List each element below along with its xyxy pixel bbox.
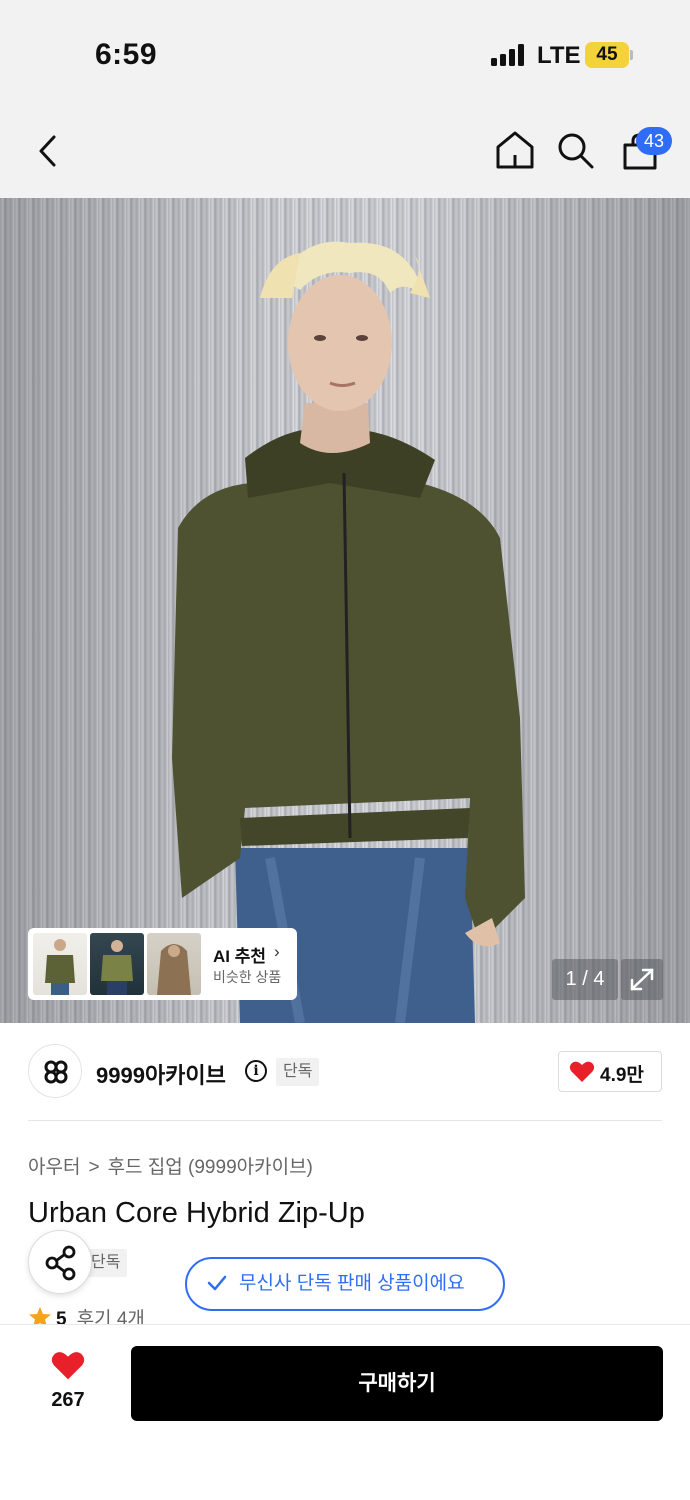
- product-image[interactable]: [0, 198, 690, 1023]
- chevron-right-icon[interactable]: ›: [274, 942, 280, 962]
- info-icon[interactable]: i: [245, 1060, 267, 1082]
- recommend-thumb-2[interactable]: [90, 933, 144, 995]
- brand-logo[interactable]: [28, 1044, 82, 1098]
- brand-like-count: 4.9만: [600, 1065, 644, 1086]
- buy-button[interactable]: 구매하기: [131, 1346, 663, 1421]
- share-button[interactable]: [28, 1230, 92, 1294]
- wishlist-heart-icon[interactable]: [50, 1350, 86, 1387]
- status-time: 6:59: [95, 38, 158, 71]
- signal-icon: [491, 44, 525, 66]
- exclusive-notice-pill[interactable]: 무신사 단독 판매 상품이에요: [185, 1257, 505, 1311]
- heart-icon: [569, 1061, 595, 1082]
- product-title: Urban Core Hybrid Zip-Up: [28, 1197, 365, 1229]
- breadcrumb-item-outer[interactable]: 아우터: [28, 1157, 80, 1178]
- home-icon[interactable]: [494, 129, 536, 176]
- model-figure: [172, 241, 525, 1023]
- status-bar: 6:59 LTE 45: [0, 0, 690, 100]
- ai-recommend-subtitle: 비슷한 상품: [213, 969, 282, 985]
- network-type: LTE: [537, 42, 581, 69]
- search-icon[interactable]: [556, 131, 596, 176]
- recommend-thumb-3[interactable]: [147, 933, 201, 995]
- share-icon: [45, 1245, 76, 1281]
- breadcrumb-separator-icon: >: [88, 1157, 100, 1178]
- expand-icon[interactable]: [621, 959, 663, 1000]
- section-divider: [28, 1120, 662, 1121]
- wishlist-count: 267: [51, 1389, 85, 1411]
- battery-tip: [630, 50, 633, 60]
- breadcrumb: 아우터 > 후드 집업 (9999아카이브): [28, 1152, 313, 1179]
- exclusive-chip: 단독: [276, 1058, 320, 1086]
- breadcrumb-item-hood-zipup[interactable]: 후드 집업 (9999아카이브): [108, 1157, 313, 1178]
- rating-row[interactable]: 5 후기 4개: [28, 1304, 145, 1326]
- check-icon: [205, 1273, 229, 1298]
- recommend-thumb-1[interactable]: [33, 933, 87, 995]
- brand-name[interactable]: 9999아카이브: [96, 1058, 226, 1090]
- back-icon[interactable]: [36, 133, 60, 174]
- star-icon: [29, 1307, 51, 1326]
- image-counter: 1 / 4: [552, 959, 618, 1000]
- ai-recommend-title[interactable]: AI 추천: [213, 942, 266, 967]
- cart-count-badge: 43: [636, 127, 672, 155]
- battery-icon: 45: [585, 42, 629, 68]
